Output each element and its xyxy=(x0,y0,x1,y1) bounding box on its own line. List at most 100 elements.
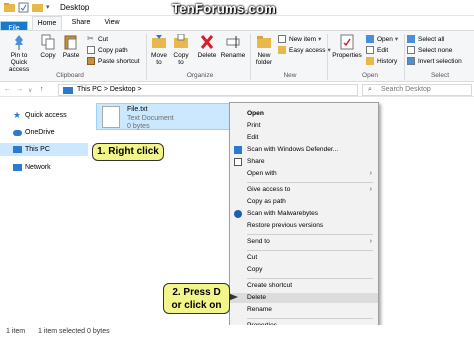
copy-to-label: Copy to xyxy=(173,52,189,66)
paste-label: Paste xyxy=(62,52,80,59)
search-placeholder: Search Desktop xyxy=(381,86,431,93)
new-group-label: New xyxy=(283,72,297,79)
menu-item-print[interactable]: Print xyxy=(230,121,378,131)
navigation-pane: ★ Quick access OneDrive This PC Network xyxy=(0,98,88,324)
callout-line-1: 2. Press D xyxy=(172,287,221,298)
ribbon: Pin to Quick access Copy Paste ✂ Cut Cop… xyxy=(0,30,474,82)
move-to-button[interactable]: Move to xyxy=(149,34,169,66)
edit-button[interactable]: Edit xyxy=(366,46,388,54)
history-button[interactable]: History xyxy=(366,57,397,65)
address-bar-row: ← → ∨ ↑ This PC > Desktop > ⌕ Search Des… xyxy=(0,83,474,97)
new-folder-button[interactable]: New folder xyxy=(253,34,275,66)
delete-label: Delete xyxy=(197,52,217,59)
open-group-label: Open xyxy=(362,72,378,79)
copy-icon xyxy=(41,34,55,50)
pin-to-quick-access-button[interactable]: Pin to Quick access xyxy=(2,34,36,73)
delete-button[interactable]: Delete xyxy=(196,34,218,59)
menu-item-open-with[interactable]: Open with › xyxy=(230,169,378,179)
rename-button[interactable]: Rename xyxy=(220,34,246,59)
search-input[interactable]: ⌕ Search Desktop xyxy=(362,84,472,96)
tab-share[interactable]: Share xyxy=(68,16,94,30)
star-icon: ★ xyxy=(13,110,22,120)
menu-item-cut[interactable]: Cut xyxy=(230,253,378,263)
menu-separator xyxy=(247,250,373,251)
callout-press-d: 2. Press D or click on xyxy=(163,283,230,314)
paste-button[interactable]: Paste xyxy=(60,34,82,59)
menu-item-open[interactable]: Open xyxy=(230,109,378,119)
callout-right-click: 1. Right click xyxy=(92,143,164,161)
chevron-right-icon: › xyxy=(369,238,372,245)
menu-separator xyxy=(247,318,373,319)
forward-arrow-icon[interactable]: → xyxy=(16,86,23,93)
nav-item-onedrive[interactable]: OneDrive xyxy=(0,126,88,139)
open-icon xyxy=(366,35,374,43)
copy-to-button[interactable]: Copy to xyxy=(171,34,191,66)
menu-item-rename[interactable]: Rename xyxy=(230,305,378,315)
file-size: 0 bytes xyxy=(127,123,150,130)
ribbon-separator xyxy=(404,34,405,80)
select-none-icon xyxy=(407,46,415,54)
copy-button[interactable]: Copy xyxy=(38,34,58,59)
select-all-label: Select all xyxy=(418,35,445,43)
callout-line-2: or click on xyxy=(171,300,222,311)
pin-icon xyxy=(15,35,23,50)
new-folder-label: New folder xyxy=(255,52,273,66)
menu-item-label: Scan with Malwarebytes xyxy=(247,210,319,217)
menu-item-label: Scan with Windows Defender... xyxy=(247,146,339,153)
scissors-icon: ✂ xyxy=(87,34,94,43)
nav-item-network[interactable]: Network xyxy=(0,161,88,174)
copy-path-icon xyxy=(87,46,95,54)
ribbon-separator xyxy=(250,34,251,80)
menu-item-restore-versions[interactable]: Restore previous versions xyxy=(230,221,378,231)
nav-item-this-pc[interactable]: This PC xyxy=(0,143,88,156)
chevron-down-icon[interactable]: ▾ xyxy=(46,3,50,11)
status-bar: 1 item 1 item selected 0 bytes xyxy=(0,325,474,339)
cut-button[interactable]: ✂ Cut xyxy=(87,35,108,43)
paste-shortcut-button[interactable]: Paste shortcut xyxy=(87,57,140,65)
properties-button[interactable]: Properties xyxy=(330,34,364,59)
chevron-right-icon: › xyxy=(369,186,372,193)
nav-item-quick-access[interactable]: ★ Quick access xyxy=(0,109,88,122)
ribbon-tabs: File Home Share View xyxy=(0,16,474,48)
menu-item-delete[interactable]: Delete xyxy=(230,293,378,303)
malwarebytes-icon xyxy=(234,210,242,218)
menu-item-share[interactable]: Share xyxy=(230,157,378,167)
context-menu: Open Print Edit Scan with Windows Defend… xyxy=(229,102,379,334)
easy-access-icon xyxy=(278,46,286,54)
menu-item-give-access[interactable]: Give access to › xyxy=(230,185,378,195)
tab-home[interactable]: Home xyxy=(32,16,62,30)
delete-x-icon xyxy=(200,35,214,49)
address-box[interactable]: This PC > Desktop > xyxy=(58,84,358,96)
rename-icon xyxy=(226,36,240,48)
ribbon-separator xyxy=(146,34,147,80)
menu-item-send-to[interactable]: Send to › xyxy=(230,237,378,247)
file-item[interactable]: File.txt Text Document 0 bytes xyxy=(96,103,231,130)
menu-item-scan-defender[interactable]: Scan with Windows Defender... xyxy=(230,145,378,155)
tab-view[interactable]: View xyxy=(101,16,123,30)
quick-access-new-folder-icon[interactable] xyxy=(32,2,43,13)
nav-item-label: OneDrive xyxy=(25,129,55,136)
back-arrow-icon[interactable]: ← xyxy=(4,86,11,93)
up-arrow-icon[interactable]: ↑ xyxy=(40,86,44,93)
copy-label: Copy xyxy=(40,52,56,59)
new-folder-icon xyxy=(257,36,271,48)
pin-label: Pin to Quick access xyxy=(8,52,30,73)
select-all-button[interactable]: Select all xyxy=(407,35,444,43)
menu-item-create-shortcut[interactable]: Create shortcut xyxy=(230,281,378,291)
open-button[interactable]: Open ▾ xyxy=(366,35,398,43)
chevron-down-icon[interactable]: ∨ xyxy=(28,87,32,94)
file-name: File.txt xyxy=(127,106,148,113)
copy-path-button[interactable]: Copy path xyxy=(87,46,128,54)
menu-item-label: Share xyxy=(247,158,265,165)
menu-item-scan-malwarebytes[interactable]: Scan with Malwarebytes xyxy=(230,209,378,219)
quick-access-properties-icon[interactable] xyxy=(18,2,29,13)
menu-item-copy[interactable]: Copy xyxy=(230,265,378,275)
nav-item-label: Quick access xyxy=(25,112,67,119)
properties-icon xyxy=(340,34,354,50)
select-none-button[interactable]: Select none xyxy=(407,46,452,54)
menu-item-edit[interactable]: Edit xyxy=(230,133,378,143)
easy-access-button[interactable]: Easy access ▾ xyxy=(278,46,331,54)
new-item-button[interactable]: New item ▾ xyxy=(278,35,321,43)
menu-item-copy-as-path[interactable]: Copy as path xyxy=(230,197,378,207)
invert-selection-button[interactable]: Invert selection xyxy=(407,57,462,65)
